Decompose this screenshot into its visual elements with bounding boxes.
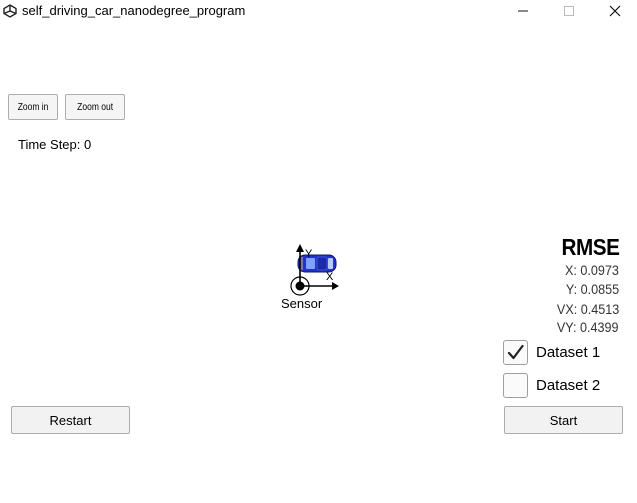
dataset-2-checkbox[interactable] <box>503 373 528 398</box>
unity-logo-icon <box>3 4 17 18</box>
rmse-x-value: X: 0.0973 <box>565 262 619 278</box>
minimize-button[interactable] <box>500 0 546 22</box>
rmse-vy-value: VY: 0.4399 <box>557 319 619 335</box>
car-icon <box>297 254 337 273</box>
dataset-1-checkbox[interactable] <box>503 340 528 365</box>
maximize-icon <box>564 6 574 16</box>
dataset-2-label: Dataset 2 <box>536 377 601 394</box>
close-icon <box>609 5 621 17</box>
x-axis-label: X <box>326 271 334 283</box>
maximize-button[interactable] <box>546 0 592 22</box>
rmse-y-value: Y: 0.0855 <box>565 281 619 297</box>
start-button[interactable]: Start <box>504 406 623 434</box>
time-step-text: Time Step: 0 <box>18 137 92 152</box>
sensor-dot <box>295 281 305 291</box>
zoom-in-button[interactable]: Zoom in <box>8 94 58 120</box>
close-button[interactable] <box>592 0 637 22</box>
rmse-title: RMSE <box>560 234 619 260</box>
window-title: self_driving_car_nanodegree_program <box>22 3 246 18</box>
y-axis-label: Y <box>305 248 313 260</box>
restart-button[interactable]: Restart <box>11 406 130 434</box>
zoom-out-label: Zoom out <box>77 101 113 113</box>
zoom-in-label: Zoom in <box>17 101 49 113</box>
restart-label: Restart <box>49 412 92 428</box>
zoom-out-button[interactable]: Zoom out <box>65 94 125 120</box>
start-label: Start <box>549 412 578 428</box>
sensor-label: Sensor <box>281 296 323 311</box>
dataset-1-label: Dataset 1 <box>536 344 601 361</box>
checkmark-icon <box>507 344 524 360</box>
minimize-icon <box>518 10 528 12</box>
rmse-vx-value: VX: 0.4513 <box>556 301 619 317</box>
y-axis-arrow <box>296 244 304 252</box>
x-axis-arrow <box>332 282 339 290</box>
